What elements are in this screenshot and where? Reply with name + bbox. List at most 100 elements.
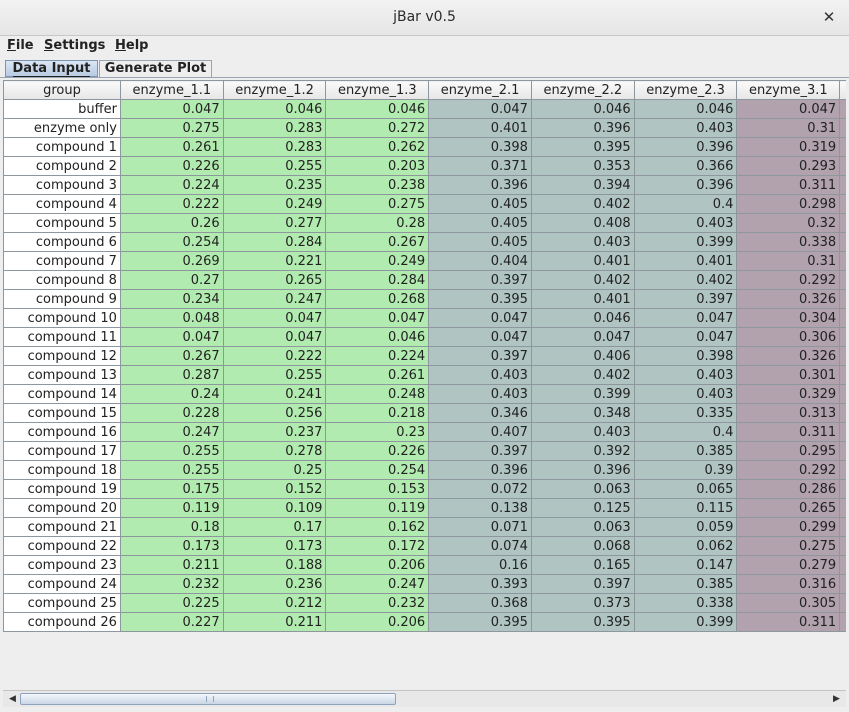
value-cell[interactable]: 0.3 xyxy=(839,308,846,328)
value-cell[interactable]: 0.267 xyxy=(325,232,430,252)
value-cell[interactable]: 0.047 xyxy=(428,327,532,347)
value-cell[interactable]: 0.2 xyxy=(839,194,846,214)
value-cell[interactable]: 0.3 xyxy=(839,289,846,309)
row-label-cell[interactable]: compound 24 xyxy=(3,574,121,594)
value-cell[interactable]: 0.265 xyxy=(222,270,327,290)
value-cell[interactable]: 0.047 xyxy=(633,308,738,328)
row-label-cell[interactable]: compound 15 xyxy=(3,403,121,423)
value-cell[interactable]: 0.396 xyxy=(428,175,532,195)
value-cell[interactable]: 0.311 xyxy=(736,175,841,195)
value-cell[interactable]: 0.396 xyxy=(633,137,738,157)
value-cell[interactable]: 0.313 xyxy=(736,403,841,423)
row-label-cell[interactable]: compound 18 xyxy=(3,460,121,480)
value-cell[interactable]: 0.292 xyxy=(736,270,841,290)
value-cell[interactable]: 0.046 xyxy=(222,99,327,119)
value-cell[interactable]: 0.255 xyxy=(222,365,327,385)
value-cell[interactable]: 0.062 xyxy=(633,536,738,556)
data-table-viewport[interactable]: group enzyme_1.1 enzyme_1.2 enzyme_1.3 enzym… xyxy=(3,80,846,690)
value-cell[interactable]: 0.398 xyxy=(428,137,532,157)
value-cell[interactable]: 0.295 xyxy=(736,441,841,461)
value-cell[interactable]: 0.275 xyxy=(325,194,430,214)
value-cell[interactable]: 0.262 xyxy=(325,137,430,157)
value-cell[interactable]: 0.046 xyxy=(633,99,738,119)
value-cell[interactable]: 0.047 xyxy=(530,327,635,347)
value-cell[interactable]: 0.406 xyxy=(530,346,635,366)
row-label-cell[interactable]: compound 1 xyxy=(3,137,121,157)
value-cell[interactable]: 0.398 xyxy=(633,346,738,366)
value-cell[interactable]: 0.254 xyxy=(119,232,224,252)
value-cell[interactable]: 0.284 xyxy=(222,232,327,252)
column-header[interactable]: enzyme_1.1 xyxy=(119,80,224,100)
value-cell[interactable]: 0.393 xyxy=(428,574,532,594)
value-cell[interactable]: 0.2 xyxy=(839,593,846,613)
value-cell[interactable]: 0.31 xyxy=(736,118,841,138)
value-cell[interactable]: 0.392 xyxy=(530,441,635,461)
value-cell[interactable]: 0.211 xyxy=(222,612,327,632)
value-cell[interactable]: 0.046 xyxy=(325,327,430,347)
value-cell[interactable]: 0.405 xyxy=(428,232,532,252)
value-cell[interactable]: 0.119 xyxy=(325,498,430,518)
value-cell[interactable]: 0.399 xyxy=(633,612,738,632)
value-cell[interactable]: 0.368 xyxy=(428,593,532,613)
scrollbar-thumb[interactable] xyxy=(20,693,396,705)
value-cell[interactable]: 0.268 xyxy=(325,289,430,309)
value-cell[interactable]: 0.279 xyxy=(736,555,841,575)
value-cell[interactable]: 0.074 xyxy=(428,536,532,556)
value-cell[interactable]: 0.232 xyxy=(119,574,224,594)
value-cell[interactable]: 0.047 xyxy=(119,99,224,119)
value-cell[interactable]: 0.402 xyxy=(633,270,738,290)
value-cell[interactable]: 0.071 xyxy=(428,517,532,537)
value-cell[interactable]: 0.32 xyxy=(736,213,841,233)
value-cell[interactable]: 0.401 xyxy=(633,251,738,271)
value-cell[interactable]: 0.265 xyxy=(736,498,841,518)
row-label-cell[interactable]: enzyme only xyxy=(3,118,121,138)
value-cell[interactable]: 0.203 xyxy=(325,156,430,176)
value-cell[interactable]: 0.402 xyxy=(530,365,635,385)
value-cell[interactable]: 0.31 xyxy=(736,251,841,271)
value-cell[interactable]: 0.326 xyxy=(736,346,841,366)
row-label-cell[interactable]: compound 25 xyxy=(3,593,121,613)
value-cell[interactable]: 0.326 xyxy=(736,289,841,309)
value-cell[interactable]: 0.394 xyxy=(530,175,635,195)
row-label-cell[interactable]: compound 7 xyxy=(3,251,121,271)
value-cell[interactable]: 0.396 xyxy=(530,118,635,138)
value-cell[interactable]: 0.0 xyxy=(839,99,846,119)
value-cell[interactable]: 0.396 xyxy=(530,460,635,480)
value-cell[interactable]: 0.226 xyxy=(119,156,224,176)
value-cell[interactable]: 0.353 xyxy=(530,156,635,176)
value-cell[interactable]: 0.241 xyxy=(222,384,327,404)
value-cell[interactable]: 0.346 xyxy=(428,403,532,423)
value-cell[interactable]: 0.211 xyxy=(119,555,224,575)
value-cell[interactable]: 0.275 xyxy=(736,536,841,556)
value-cell[interactable]: 0.395 xyxy=(530,612,635,632)
value-cell[interactable]: 0.283 xyxy=(222,137,327,157)
row-label-cell[interactable]: compound 2 xyxy=(3,156,121,176)
value-cell[interactable]: 0.316 xyxy=(736,574,841,594)
value-cell[interactable]: 0.397 xyxy=(428,346,532,366)
tab-data-input[interactable]: Data Input xyxy=(5,60,98,77)
row-label-cell[interactable]: compound 14 xyxy=(3,384,121,404)
value-cell[interactable]: 0.395 xyxy=(428,612,532,632)
value-cell[interactable]: 0.249 xyxy=(222,194,327,214)
value-cell[interactable]: 0.403 xyxy=(428,384,532,404)
value-cell[interactable]: 0.407 xyxy=(428,422,532,442)
value-cell[interactable]: 0.228 xyxy=(119,403,224,423)
value-cell[interactable]: 0.27 xyxy=(119,270,224,290)
value-cell[interactable]: 0.222 xyxy=(119,194,224,214)
value-cell[interactable]: 0.17 xyxy=(222,517,327,537)
value-cell[interactable]: 0.2 xyxy=(839,403,846,423)
value-cell[interactable]: 0.403 xyxy=(428,365,532,385)
value-cell[interactable]: 0.311 xyxy=(736,422,841,442)
value-cell[interactable]: 0.222 xyxy=(222,346,327,366)
value-cell[interactable]: 0.395 xyxy=(530,137,635,157)
value-cell[interactable]: 0.3 xyxy=(839,270,846,290)
value-cell[interactable]: 0.068 xyxy=(530,536,635,556)
value-cell[interactable]: 0.283 xyxy=(222,118,327,138)
value-cell[interactable]: 0.248 xyxy=(325,384,430,404)
value-cell[interactable]: 0.335 xyxy=(633,403,738,423)
value-cell[interactable]: 0.212 xyxy=(222,593,327,613)
value-cell[interactable]: 0.047 xyxy=(119,327,224,347)
row-label-cell[interactable]: compound 12 xyxy=(3,346,121,366)
horizontal-scrollbar[interactable]: ◀ ▶ xyxy=(3,690,846,707)
value-cell[interactable]: 0.2 xyxy=(839,498,846,518)
